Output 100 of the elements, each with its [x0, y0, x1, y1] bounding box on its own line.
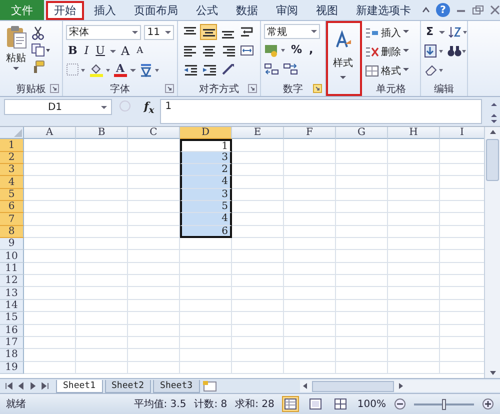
empty-cell[interactable] — [232, 312, 284, 324]
empty-cell[interactable] — [336, 336, 388, 350]
font-color-button[interactable]: A — [114, 63, 127, 77]
table-cell[interactable]: 5 — [180, 201, 232, 214]
row-header[interactable]: 16 — [0, 324, 24, 337]
dialog-launcher-icon[interactable] — [248, 84, 257, 93]
column-header[interactable]: C — [128, 127, 180, 140]
empty-cell[interactable] — [128, 238, 180, 250]
sheet-tab[interactable]: Sheet1 — [56, 380, 103, 392]
empty-cell[interactable] — [232, 275, 284, 288]
zoom-in-icon[interactable] — [482, 398, 494, 410]
row-header[interactable]: 7 — [0, 213, 24, 226]
column-header[interactable]: F — [284, 127, 336, 140]
empty-cell[interactable] — [128, 262, 180, 276]
empty-cell[interactable] — [284, 287, 336, 300]
view-pagebreak-button[interactable] — [332, 396, 350, 412]
table-cell[interactable]: 2 — [180, 164, 232, 176]
empty-cell[interactable] — [232, 262, 284, 276]
fill-color-icon[interactable] — [89, 63, 111, 77]
empty-cell[interactable] — [336, 300, 388, 312]
empty-cell[interactable] — [388, 336, 440, 350]
formula-field[interactable]: 1 — [160, 99, 482, 124]
empty-cell[interactable] — [232, 324, 284, 337]
zoom-level[interactable]: 100% — [357, 398, 386, 410]
empty-cell[interactable] — [76, 349, 128, 362]
empty-cell[interactable] — [232, 250, 284, 263]
row-header[interactable]: 5 — [0, 188, 24, 202]
empty-cell[interactable] — [232, 287, 284, 300]
empty-cell[interactable] — [336, 275, 388, 288]
view-layout-button[interactable] — [307, 396, 324, 412]
column-header[interactable]: H — [388, 127, 440, 140]
empty-cell[interactable] — [180, 324, 232, 337]
align-merge-icon[interactable] — [240, 44, 254, 58]
empty-cell[interactable] — [76, 300, 128, 312]
cells-delete-button[interactable]: 删除 — [365, 43, 417, 60]
column-header[interactable]: G — [336, 127, 388, 140]
empty-cell[interactable] — [76, 139, 128, 152]
empty-cell[interactable] — [388, 213, 440, 226]
empty-cell[interactable] — [388, 362, 440, 374]
empty-cell[interactable] — [388, 188, 440, 202]
empty-cell[interactable] — [76, 362, 128, 374]
empty-cell[interactable] — [284, 188, 336, 202]
empty-cell[interactable] — [336, 139, 388, 152]
empty-cell[interactable] — [388, 300, 440, 312]
empty-cell[interactable] — [76, 188, 128, 202]
empty-cell[interactable] — [76, 226, 128, 238]
empty-cell[interactable] — [284, 349, 336, 362]
binoculars-icon[interactable] — [447, 44, 467, 58]
empty-cell[interactable] — [336, 262, 388, 276]
empty-cell[interactable] — [76, 287, 128, 300]
empty-cell[interactable] — [284, 362, 336, 374]
empty-cell[interactable] — [128, 336, 180, 350]
empty-cell[interactable] — [232, 300, 284, 312]
empty-cell[interactable] — [284, 324, 336, 337]
scrollbar-thumb[interactable] — [486, 139, 500, 181]
italic-button[interactable]: I — [82, 44, 91, 58]
dialog-launcher-icon[interactable] — [313, 84, 322, 93]
cells-insert-button[interactable]: 插入 — [365, 24, 417, 41]
scrollbar-thumb[interactable] — [312, 380, 394, 392]
grow-font-button[interactable]: A — [118, 44, 132, 58]
row-header[interactable]: 8 — [0, 226, 24, 238]
empty-cell[interactable] — [388, 287, 440, 300]
row-header[interactable]: 6 — [0, 201, 24, 214]
empty-cell[interactable] — [128, 312, 180, 324]
styles-button[interactable]: 样式 — [331, 29, 355, 83]
cancel-icon[interactable] — [118, 99, 132, 113]
empty-cell[interactable] — [336, 201, 388, 214]
row-header[interactable]: 15 — [0, 312, 24, 324]
align-orient-icon[interactable] — [220, 63, 234, 77]
row-header[interactable]: 13 — [0, 287, 24, 300]
empty-cell[interactable] — [76, 324, 128, 337]
empty-cell[interactable] — [388, 226, 440, 238]
bold-button[interactable]: B — [66, 44, 80, 58]
dialog-launcher-icon[interactable] — [50, 84, 59, 93]
restore-icon[interactable] — [472, 5, 484, 15]
ribbon-tab[interactable]: 页面布局 — [126, 1, 186, 20]
horizontal-scrollbar[interactable] — [300, 380, 500, 392]
empty-cell[interactable] — [388, 238, 440, 250]
empty-cell[interactable] — [284, 238, 336, 250]
empty-cell[interactable] — [128, 300, 180, 312]
cells-format-button[interactable]: 格式 — [365, 62, 417, 79]
ribbon-tab[interactable]: 公式 — [188, 1, 226, 20]
row-header[interactable]: 12 — [0, 275, 24, 288]
font-name-field[interactable]: 宋体 — [66, 24, 142, 40]
empty-cell[interactable] — [388, 262, 440, 276]
font-size-field[interactable]: 11 — [144, 24, 174, 40]
row-header[interactable]: 17 — [0, 336, 24, 350]
empty-cell[interactable] — [180, 349, 232, 362]
empty-cell[interactable] — [76, 262, 128, 276]
empty-cell[interactable] — [284, 262, 336, 276]
empty-cell[interactable] — [76, 336, 128, 350]
empty-cell[interactable] — [284, 213, 336, 226]
align-wrap-icon[interactable] — [240, 25, 254, 39]
row-header[interactable]: 4 — [0, 176, 24, 189]
empty-cell[interactable] — [128, 287, 180, 300]
row-header[interactable]: 1 — [0, 139, 24, 152]
ribbon-tab[interactable]: 开始 — [46, 1, 84, 20]
empty-cell[interactable] — [180, 238, 232, 250]
ribbon-tab[interactable]: 文件 — [0, 0, 44, 20]
fill-down-icon[interactable] — [424, 44, 444, 58]
